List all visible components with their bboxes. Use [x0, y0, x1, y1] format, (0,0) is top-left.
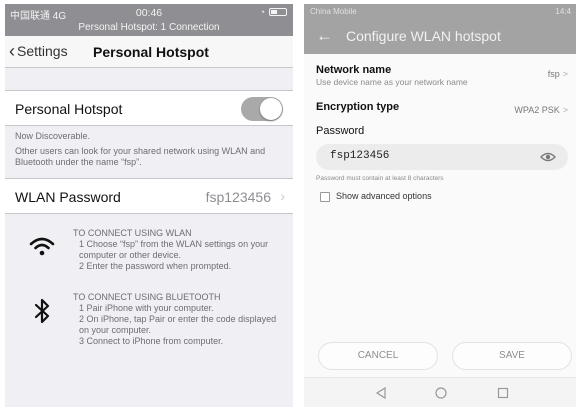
android-configure-hotspot-screen: China Mobile 14:4 ← Configure WLAN hotsp… — [304, 4, 576, 407]
back-triangle-icon[interactable] — [374, 386, 388, 400]
save-button[interactable]: SAVE — [452, 342, 572, 370]
wifi-icon — [29, 237, 55, 256]
wlan-password-label: WLAN Password — [15, 189, 121, 205]
personal-hotspot-cell: Personal Hotspot — [5, 90, 293, 126]
toolbar: ← Configure WLAN hotspot — [304, 20, 576, 54]
connection-instructions: TO CONNECT USING WLAN 1 Choose “fsp” fro… — [5, 214, 293, 362]
wlan-step: 2 Enter the password when prompted. — [79, 261, 232, 271]
wlan-password-cell[interactable]: WLAN Password fsp123456 › — [5, 178, 293, 214]
carrier-label: China Mobile — [310, 7, 357, 16]
advanced-options-checkbox[interactable] — [320, 192, 330, 202]
clock: 00:46 — [135, 7, 163, 19]
encryption-type-value: WPA2 PSK — [514, 105, 560, 115]
action-buttons: CANCEL SAVE — [318, 342, 572, 372]
chevron-right-icon: > — [562, 69, 568, 79]
password-label: Password — [316, 125, 365, 137]
ios-status-bar: 中国联通 4G 00:46 ◔ — [5, 4, 293, 22]
password-hint: Password must contain at least 8 charact… — [316, 175, 444, 182]
hotspot-connection-banner[interactable]: Personal Hotspot: 1 Connection — [5, 22, 293, 36]
password-value: fsp123456 — [330, 150, 390, 162]
bluetooth-step: 1 Pair iPhone with your computer. — [79, 303, 214, 313]
personal-hotspot-toggle[interactable] — [241, 97, 283, 121]
discoverable-detail: Other users can look for your shared net… — [15, 146, 266, 167]
bluetooth-icon — [34, 298, 50, 324]
bluetooth-instructions: TO CONNECT USING BLUETOOTH 1 Pair iPhone… — [15, 292, 283, 362]
advanced-options-label: Show advanced options — [336, 191, 432, 201]
back-button[interactable]: ‹ Settings — [9, 41, 68, 61]
wlan-password-value: fsp123456 — [205, 189, 271, 205]
page-title: Personal Hotspot — [93, 44, 209, 60]
cancel-button[interactable]: CANCEL — [318, 342, 438, 370]
status-icons: ◔ — [260, 7, 287, 17]
network-name-label: Network name — [316, 64, 392, 76]
encryption-value-wrap: WPA2 PSK > — [514, 105, 568, 115]
network-name-value: fsp — [547, 69, 560, 79]
page-title: Configure WLAN hotspot — [346, 28, 501, 44]
status-clock: 14:4 — [555, 7, 571, 16]
bluetooth-instructions-heading: TO CONNECT USING BLUETOOTH — [73, 292, 221, 302]
network-name-value-wrap: fsp > — [548, 69, 568, 79]
discoverable-note: Now Discoverable. — [15, 131, 91, 141]
bluetooth-step: 2 On iPhone, tap Pair or enter the code … — [79, 314, 277, 335]
wlan-step: 1 Choose “fsp” from the WLAN settings on… — [79, 239, 269, 260]
password-field[interactable]: fsp123456 — [316, 144, 568, 170]
battery-icon — [269, 8, 287, 16]
network-name-row[interactable]: Network name Use device name as your net… — [304, 54, 576, 87]
system-navigation-bar — [304, 377, 576, 407]
back-label: Settings — [17, 43, 68, 59]
eye-icon[interactable] — [540, 151, 556, 163]
arrow-back-icon[interactable]: ← — [316, 26, 333, 46]
chevron-left-icon: ‹ — [9, 41, 15, 61]
navigation-bar: ‹ Settings Personal Hotspot — [5, 36, 293, 68]
chevron-right-icon: › — [280, 188, 285, 204]
wlan-instructions: TO CONNECT USING WLAN 1 Choose “fsp” fro… — [15, 228, 283, 288]
encryption-type-row[interactable]: Encryption type WPA2 PSK > — [304, 87, 576, 115]
wlan-instructions-heading: TO CONNECT USING WLAN — [73, 228, 192, 238]
recents-square-icon[interactable] — [496, 386, 510, 400]
advanced-options-row[interactable]: Show advanced options — [304, 182, 576, 208]
bluetooth-step: 3 Connect to iPhone from computer. — [79, 336, 224, 346]
home-circle-icon[interactable] — [434, 386, 448, 400]
personal-hotspot-label: Personal Hotspot — [15, 101, 123, 117]
chevron-right-icon: > — [562, 105, 568, 115]
toggle-knob — [260, 98, 282, 120]
android-status-bar: China Mobile 14:4 — [304, 4, 576, 20]
ios-personal-hotspot-screen: 中国联通 4G 00:46 ◔ Personal Hotspot: 1 Conn… — [5, 4, 293, 407]
network-name-sub: Use device name as your network name — [316, 77, 468, 87]
alarm-icon: ◔ — [259, 7, 265, 17]
